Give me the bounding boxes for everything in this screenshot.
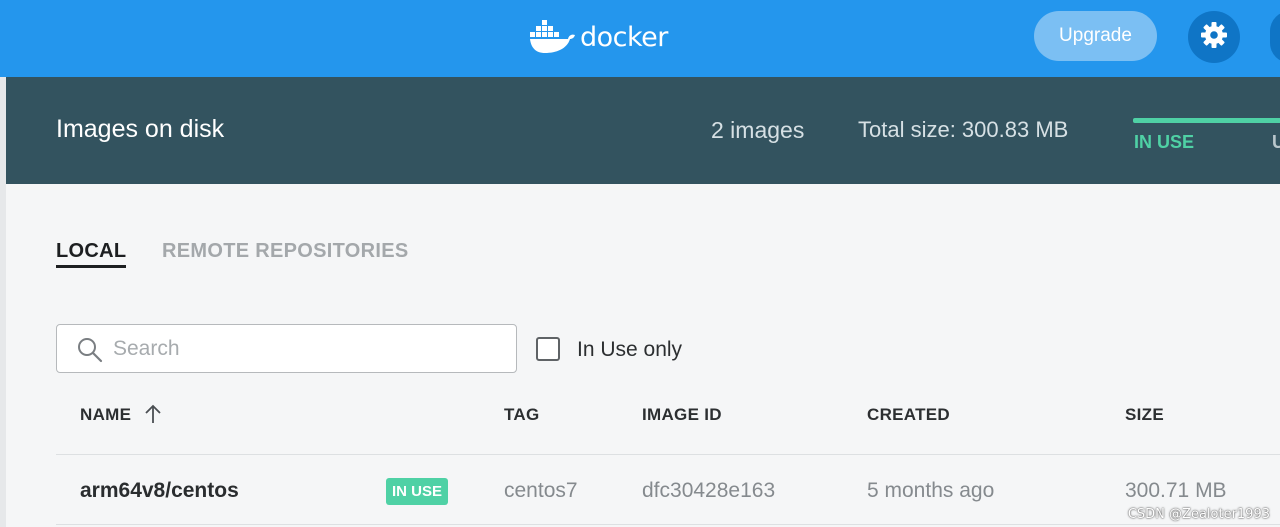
in-use-bar [1133, 118, 1280, 123]
tab-local[interactable]: LOCAL [56, 240, 126, 263]
settings-button[interactable] [1188, 11, 1240, 63]
column-header-created[interactable]: CREATED [867, 405, 950, 425]
disk-usage-header: Images on disk 2 images Total size: 300.… [6, 77, 1280, 184]
search-input[interactable] [113, 335, 503, 363]
gear-icon [1200, 21, 1228, 54]
search-box[interactable] [56, 324, 517, 373]
search-icon [77, 337, 103, 368]
column-header-name[interactable]: NAME [80, 405, 131, 425]
top-bar: docker Upgrade [0, 0, 1280, 77]
image-tag: centos7 [504, 479, 578, 502]
account-button[interactable] [1270, 11, 1280, 63]
column-header-tag[interactable]: TAG [504, 405, 540, 425]
active-tab-indicator [56, 265, 126, 268]
total-size: Total size: 300.83 MB [858, 117, 1069, 142]
image-created: 5 months ago [867, 479, 995, 502]
in-use-only-checkbox[interactable] [536, 337, 560, 361]
image-count: 2 images [711, 117, 805, 143]
column-header-image-id[interactable]: IMAGE ID [642, 405, 722, 425]
table-row[interactable]: arm64v8/centos IN USE centos7 dfc30428e1… [56, 455, 1280, 525]
sort-ascending-icon[interactable] [143, 403, 163, 430]
images-panel: LOCAL REMOTE REPOSITORIES In Use only NA… [6, 184, 1280, 527]
tab-remote-repositories[interactable]: REMOTE REPOSITORIES [162, 240, 408, 263]
image-size: 300.71 MB [1125, 479, 1227, 502]
in-use-legend: IN USE [1134, 132, 1195, 152]
in-use-badge: IN USE [386, 478, 449, 505]
docker-whale-icon [530, 16, 576, 59]
unused-legend: U [1272, 132, 1280, 152]
image-name: arm64v8/centos [80, 479, 239, 502]
watermark: CSDN @Zealoter1993 [1127, 507, 1270, 522]
column-header-size[interactable]: SIZE [1125, 405, 1164, 425]
page-title: Images on disk [56, 115, 225, 143]
docker-logo: docker [530, 16, 668, 59]
in-use-only-label: In Use only [577, 338, 683, 361]
upgrade-button[interactable]: Upgrade [1034, 11, 1157, 61]
table-divider [56, 524, 1280, 525]
image-id: dfc30428e163 [642, 479, 776, 502]
logo-text: docker [580, 22, 668, 53]
